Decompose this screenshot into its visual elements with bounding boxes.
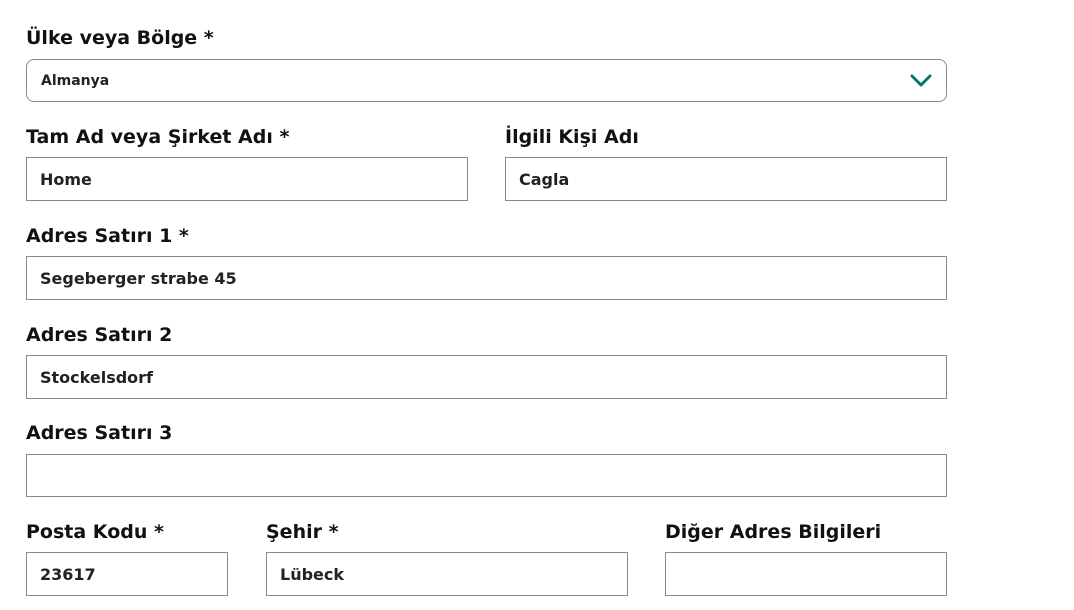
full-name-input[interactable]: Home <box>26 157 468 201</box>
country-label: Ülke veya Bölge * <box>26 27 214 49</box>
postal-code-input[interactable]: 23617 <box>26 552 228 596</box>
chevron-down-icon <box>910 74 932 88</box>
address-line-2-input[interactable]: Stockelsdorf <box>26 355 947 399</box>
country-select-value: Almanya <box>41 72 110 89</box>
city-input[interactable]: Lübeck <box>266 552 628 596</box>
other-address-label: Diğer Adres Bilgileri <box>665 521 882 543</box>
postal-code-label: Posta Kodu * <box>26 521 164 543</box>
address-line-1-input[interactable]: Segeberger strabe 45 <box>26 256 947 300</box>
contact-name-label: İlgili Kişi Adı <box>505 126 639 148</box>
address-line-3-input[interactable] <box>26 454 947 497</box>
city-label: Şehir * <box>266 521 339 543</box>
full-name-label: Tam Ad veya Şirket Adı * <box>26 126 290 148</box>
country-select[interactable]: Almanya <box>26 59 947 102</box>
address-line-1-label: Adres Satırı 1 * <box>26 225 189 247</box>
address-line-2-label: Adres Satırı 2 <box>26 324 173 346</box>
other-address-input[interactable] <box>665 552 947 596</box>
address-line-3-label: Adres Satırı 3 <box>26 422 173 444</box>
contact-name-input[interactable]: Cagla <box>505 157 947 201</box>
